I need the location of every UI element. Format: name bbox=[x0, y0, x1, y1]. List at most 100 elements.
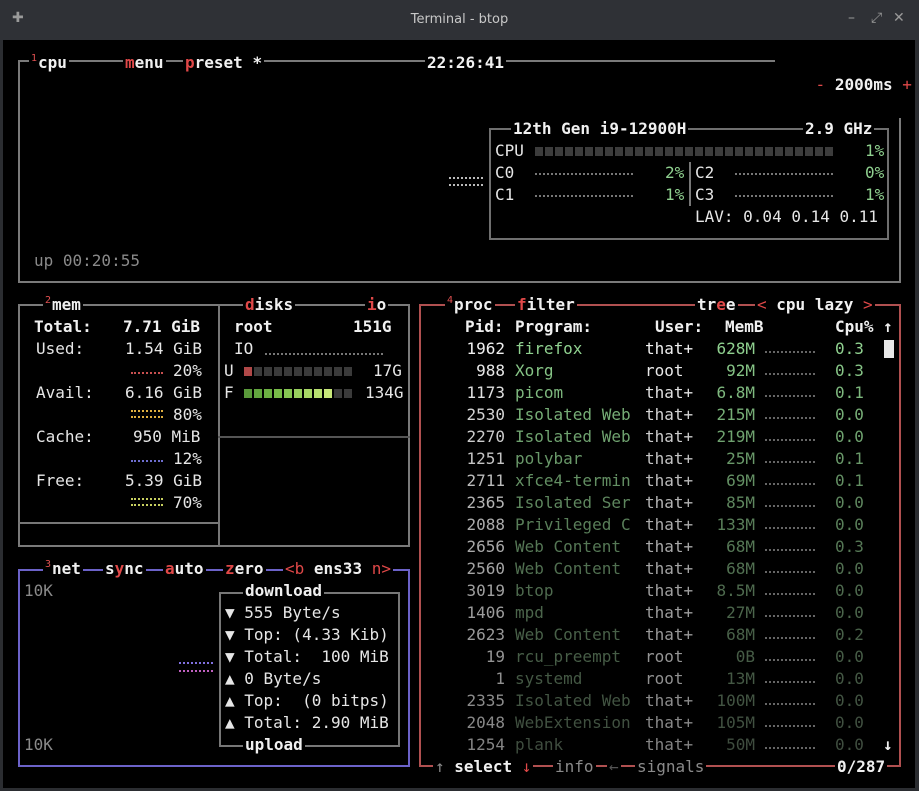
process-mem: 85M bbox=[726, 493, 755, 512]
net-download-total: ▼ Total: 100 MiB bbox=[225, 647, 389, 666]
process-cpu: 0.1 bbox=[835, 471, 864, 490]
process-mem: 628M bbox=[716, 339, 755, 358]
process-mem: 133M bbox=[716, 515, 755, 534]
col-pid-header[interactable]: Pid: bbox=[465, 316, 504, 338]
process-program: mpd bbox=[515, 603, 544, 622]
process-cpu-graph bbox=[765, 615, 815, 617]
interval-value: 2000ms bbox=[834, 75, 893, 94]
process-user: that+ bbox=[645, 691, 694, 710]
proc-tree-toggle[interactable]: tree bbox=[695, 294, 738, 316]
disk-io-label: IO bbox=[234, 339, 254, 358]
proc-filter-button[interactable]: filter bbox=[515, 294, 577, 316]
core-c1-label: C1 bbox=[495, 185, 515, 204]
process-pid: 1254 bbox=[466, 735, 505, 754]
col-program-header[interactable]: Program: bbox=[515, 316, 592, 338]
process-cpu-graph bbox=[765, 549, 815, 551]
cpu-title[interactable]: cpu bbox=[38, 53, 67, 72]
close-icon[interactable]: ✕ bbox=[893, 10, 905, 26]
interval-plus-button[interactable]: + bbox=[902, 75, 912, 94]
process-cpu-graph bbox=[765, 351, 815, 353]
process-cpu-graph bbox=[765, 461, 815, 463]
disk-root-name: root bbox=[234, 317, 273, 336]
process-mem: 0B bbox=[735, 647, 755, 666]
scroll-down-icon[interactable]: ↓ bbox=[883, 734, 893, 756]
process-mem: 92M bbox=[726, 361, 755, 380]
process-program: Web Content bbox=[515, 625, 621, 644]
proc-footer-signals[interactable]: signals bbox=[635, 756, 707, 778]
process-cpu: 0.0 bbox=[835, 559, 864, 578]
process-cpu: 0.0 bbox=[835, 493, 864, 512]
process-cpu: 0.0 bbox=[835, 647, 864, 666]
mem-used-label: Used: bbox=[34, 338, 87, 360]
disk-root-size: 151G bbox=[353, 317, 392, 336]
process-cpu: 0.0 bbox=[835, 713, 864, 732]
process-user: that+ bbox=[645, 735, 694, 754]
net-upload-title: upload bbox=[243, 734, 305, 756]
process-pid: 2048 bbox=[466, 713, 505, 732]
process-program: polybar bbox=[515, 449, 583, 468]
net-interface-selector[interactable]: <b ens33 n> bbox=[283, 558, 393, 580]
net-zero-toggle[interactable]: zero bbox=[223, 558, 266, 580]
mem-free-value: 5.39 GiB bbox=[123, 470, 205, 492]
process-pid: 19 bbox=[485, 647, 505, 666]
proc-footer-left: ← bbox=[607, 756, 621, 778]
col-user-header[interactable]: User: bbox=[655, 316, 703, 338]
core-c0-pct: 2% bbox=[665, 163, 685, 182]
proc-count: 0/287 bbox=[835, 756, 888, 778]
process-user: that+ bbox=[645, 537, 694, 556]
process-program: Web Content bbox=[515, 559, 621, 578]
process-program: rcu_preempt bbox=[515, 647, 621, 666]
process-cpu: 0.0 bbox=[835, 515, 864, 534]
net-sync-toggle[interactable]: sync bbox=[103, 558, 146, 580]
interval-minus-button[interactable]: - bbox=[816, 75, 826, 94]
proc-footer-select[interactable]: ↑ select ↓ bbox=[433, 756, 534, 778]
col-mem-header[interactable]: MemB bbox=[725, 316, 764, 338]
mem-free-label: Free: bbox=[34, 470, 87, 492]
terminal-area[interactable]: 1 cpu menu preset * 22:26:41 - 2000ms + u… bbox=[3, 40, 915, 788]
process-pid: 2270 bbox=[466, 427, 505, 446]
minimize-icon[interactable]: – bbox=[848, 10, 855, 26]
mem-used-pct: 20% bbox=[173, 361, 202, 380]
process-user: that+ bbox=[645, 581, 694, 600]
process-pid: 988 bbox=[476, 361, 505, 380]
net-download-rate: ▼ 555 Byte/s bbox=[225, 603, 341, 622]
process-cpu-graph bbox=[765, 593, 815, 595]
window-titlebar: ✚ Terminal - btop – ⤢ ✕ bbox=[0, 0, 919, 40]
process-pid: 2656 bbox=[466, 537, 505, 556]
proc-footer-info[interactable]: info bbox=[553, 756, 596, 778]
maximize-icon[interactable]: ⤢ bbox=[871, 10, 882, 26]
preset-button[interactable]: preset * bbox=[183, 52, 265, 74]
io-toggle[interactable]: io bbox=[365, 294, 389, 316]
process-cpu-graph bbox=[765, 725, 815, 727]
disks-title[interactable]: disks bbox=[243, 294, 296, 316]
process-pid: 2088 bbox=[466, 515, 505, 534]
cpu-total-bar bbox=[535, 147, 833, 156]
net-auto-toggle[interactable]: auto bbox=[163, 558, 206, 580]
process-user: that+ bbox=[645, 625, 694, 644]
process-pid: 1 bbox=[495, 669, 505, 688]
proc-scrollbar-thumb[interactable] bbox=[884, 340, 894, 358]
scroll-up-icon[interactable]: ↑ bbox=[883, 316, 893, 338]
process-mem: 219M bbox=[716, 427, 755, 446]
mem-total-value: 7.71 GiB bbox=[123, 317, 201, 336]
mem-total-label: Total: bbox=[34, 317, 92, 336]
menu-button[interactable]: menu bbox=[123, 52, 166, 74]
process-cpu: 0.0 bbox=[835, 735, 864, 754]
core-c2-graph bbox=[735, 173, 833, 175]
proc-sort-selector[interactable]: < cpu lazy > bbox=[755, 294, 875, 316]
core-c3-graph bbox=[735, 195, 833, 197]
process-program: firefox bbox=[515, 339, 583, 358]
process-mem: 215M bbox=[716, 405, 755, 424]
process-cpu-graph bbox=[765, 637, 815, 639]
cpu-graph-2 bbox=[449, 177, 483, 179]
col-cpu-header[interactable]: Cpu% bbox=[835, 316, 874, 338]
process-mem: 13M bbox=[726, 669, 755, 688]
clock: 22:26:41 bbox=[425, 52, 507, 74]
mem-free-graph-2 bbox=[131, 504, 163, 506]
process-mem: 27M bbox=[726, 603, 755, 622]
process-cpu-graph bbox=[765, 659, 815, 661]
mem-cache-graph bbox=[131, 460, 163, 462]
mem-cache-value: 950 MiB bbox=[131, 426, 203, 448]
disk-io-graph bbox=[265, 353, 383, 355]
process-user: root bbox=[645, 361, 684, 380]
